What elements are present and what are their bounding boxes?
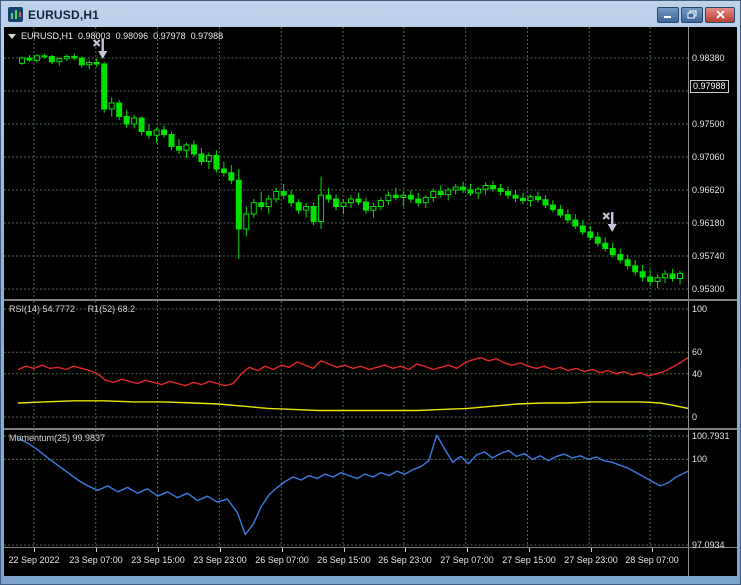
time-tick bbox=[96, 548, 97, 552]
symbol-label: EURUSD,H1 bbox=[21, 31, 74, 41]
time-tick bbox=[405, 548, 406, 552]
axis-label: 100 bbox=[692, 304, 708, 314]
close-button[interactable] bbox=[705, 6, 735, 23]
axis-label: 0.95740 bbox=[692, 251, 725, 261]
rsi-secondary-label: R1(52) 68.2 bbox=[87, 304, 136, 314]
time-axis-corner bbox=[688, 548, 737, 576]
axis-label: 40 bbox=[692, 369, 703, 379]
time-tick bbox=[282, 548, 283, 552]
time-label: 23 Sep 07:00 bbox=[69, 555, 123, 565]
sell-arrow-icon bbox=[602, 212, 617, 232]
time-tick bbox=[220, 548, 221, 552]
chart-client-area: EURUSD,H1 0.98003 0.98096 0.97978 0.9798… bbox=[4, 27, 737, 576]
time-label: 26 Sep 23:00 bbox=[378, 555, 432, 565]
time-label: 23 Sep 23:00 bbox=[193, 555, 247, 565]
high-value: 0.98096 bbox=[115, 31, 149, 41]
time-label: 28 Sep 07:00 bbox=[625, 555, 679, 565]
chart-window: EURUSD,H1 EURUSD,H1 0.98003 0.98096 0.97… bbox=[0, 0, 741, 585]
time-label: 23 Sep 15:00 bbox=[131, 555, 185, 565]
time-label: 27 Sep 07:00 bbox=[440, 555, 494, 565]
time-tick bbox=[158, 548, 159, 552]
axis-label: 0.98380 bbox=[692, 53, 725, 63]
rsi-line bbox=[17, 356, 688, 387]
window-controls bbox=[655, 6, 735, 23]
minimize-button[interactable] bbox=[657, 6, 679, 23]
close-icon bbox=[715, 10, 725, 19]
time-tick bbox=[34, 548, 35, 552]
axis-label: 0.95300 bbox=[692, 284, 725, 294]
ohlc-readout: EURUSD,H1 0.98003 0.98096 0.97978 0.9798… bbox=[8, 31, 228, 41]
momentum-label: Momentum(25) 99.9837 bbox=[9, 433, 105, 443]
time-tick bbox=[652, 548, 653, 552]
chart-window-icon bbox=[8, 7, 23, 22]
momentum-line bbox=[17, 434, 688, 536]
axis-label: 0.97500 bbox=[692, 119, 725, 129]
axis-label: 100 bbox=[692, 454, 708, 464]
window-title: EURUSD,H1 bbox=[28, 7, 100, 22]
open-value: 0.98003 bbox=[78, 31, 111, 41]
axis-label: 0.96620 bbox=[692, 185, 725, 195]
rsi-value-label: RSI(14) 54.7772 bbox=[9, 304, 76, 314]
axis-label: 0 bbox=[692, 412, 698, 422]
axis-label: 100.7931 bbox=[692, 431, 730, 441]
axis-label: 0.97060 bbox=[692, 152, 725, 162]
restore-button[interactable] bbox=[681, 6, 703, 23]
close-value: 0.97988 bbox=[190, 31, 224, 41]
momentum-pane[interactable]: Momentum(25) 99.9837 bbox=[4, 430, 688, 547]
restore-icon bbox=[687, 10, 697, 19]
momentum-value-label: Momentum(25) 99.9837 bbox=[9, 433, 106, 443]
current-price-badge: 0.97988 bbox=[690, 80, 729, 93]
time-label: 22 Sep 2022 bbox=[8, 555, 60, 565]
low-value: 0.97978 bbox=[153, 31, 186, 41]
time-tick bbox=[529, 548, 530, 552]
time-tick bbox=[591, 548, 592, 552]
symbol-dropdown-triangle-icon[interactable] bbox=[8, 33, 16, 39]
title-bar[interactable]: EURUSD,H1 bbox=[2, 2, 739, 27]
momentum-scale-axis[interactable]: 100.7931 100 97.0934 bbox=[688, 430, 737, 550]
time-tick bbox=[344, 548, 345, 552]
time-label: 27 Sep 15:00 bbox=[502, 555, 556, 565]
rsi-scale-axis[interactable]: 100 60 40 0 bbox=[688, 301, 737, 428]
time-tick bbox=[467, 548, 468, 552]
time-label: 27 Sep 23:00 bbox=[564, 555, 618, 565]
rsi-label: RSI(14) 54.7772 R1(52) 68.2 bbox=[9, 304, 135, 314]
minimize-icon bbox=[664, 15, 671, 18]
axis-label: 0.96180 bbox=[692, 218, 725, 228]
time-axis[interactable]: 22 Sep 2022 23 Sep 07:00 23 Sep 15:00 23 Se… bbox=[4, 548, 688, 576]
axis-label: 60 bbox=[692, 347, 703, 357]
rsi-pane[interactable]: RSI(14) 54.7772 R1(52) 68.2 bbox=[4, 301, 688, 428]
time-label: 26 Sep 07:00 bbox=[255, 555, 309, 565]
time-label: 26 Sep 15:00 bbox=[317, 555, 371, 565]
price-chart-pane[interactable]: EURUSD,H1 0.98003 0.98096 0.97978 0.9798… bbox=[4, 27, 688, 299]
rsi-signal-line bbox=[17, 400, 688, 412]
price-axis[interactable]: 0.98380 0.97500 0.97060 0.96620 0.96180 0.957… bbox=[688, 27, 737, 299]
